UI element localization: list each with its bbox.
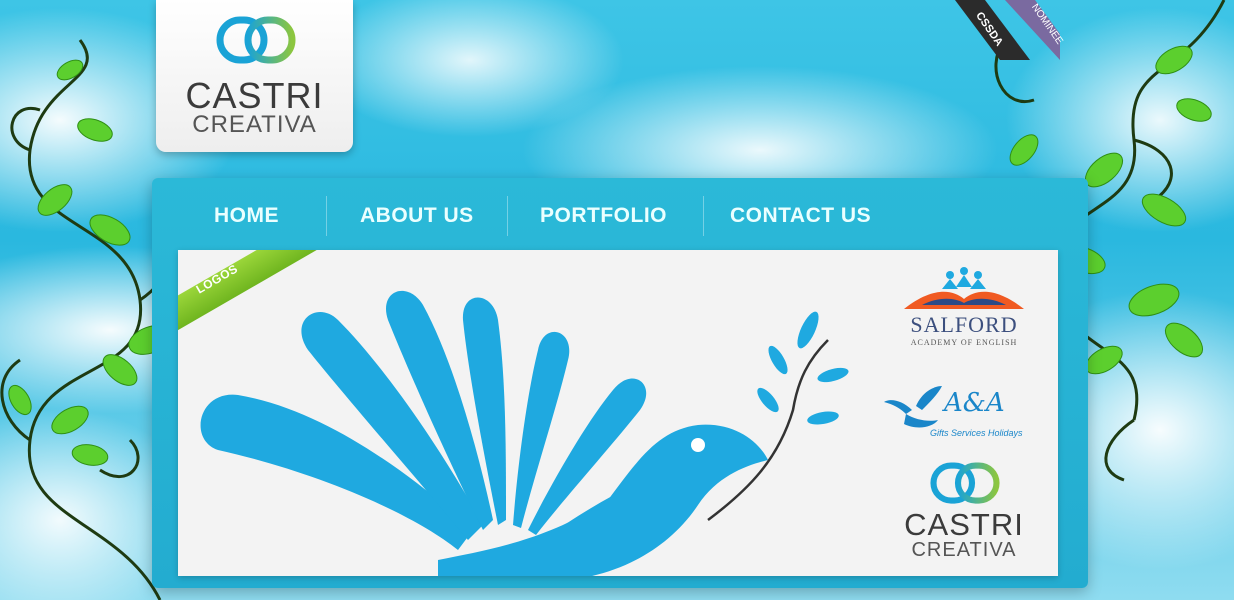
castri-thumb-line2: CREATIVA — [911, 539, 1017, 561]
logo-mark-icon — [216, 16, 296, 64]
brand-name-line2: CREATIVA — [192, 111, 317, 138]
salford-name: SALFORD — [910, 312, 1018, 337]
nav-home[interactable]: HOME — [214, 204, 279, 228]
nav-portfolio[interactable]: PORTFOLIO — [540, 204, 667, 228]
thumbnail-castri-creativa-logo[interactable] — [930, 462, 1000, 504]
nav-divider — [507, 196, 508, 236]
nav-divider — [703, 196, 704, 236]
castri-thumb-line1: CASTRI — [904, 507, 1024, 542]
nav-contact-us[interactable]: CONTACT US — [730, 204, 871, 228]
site-logo[interactable]: CASTRI CREATIVA — [156, 0, 353, 152]
brand-name-line1: CASTRI — [185, 75, 324, 116]
salford-subtitle: ACADEMY OF ENGLISH — [910, 338, 1018, 347]
aa-subtitle: Gifts Services Holidays — [930, 428, 1023, 438]
nav-about-us[interactable]: ABOUT US — [360, 204, 474, 228]
aa-name: A&A — [944, 388, 1005, 418]
main-nav: HOME ABOUT US PORTFOLIO CONTACT US — [152, 178, 1088, 248]
nav-divider — [326, 196, 327, 236]
featured-dove-logo[interactable] — [188, 260, 878, 576]
